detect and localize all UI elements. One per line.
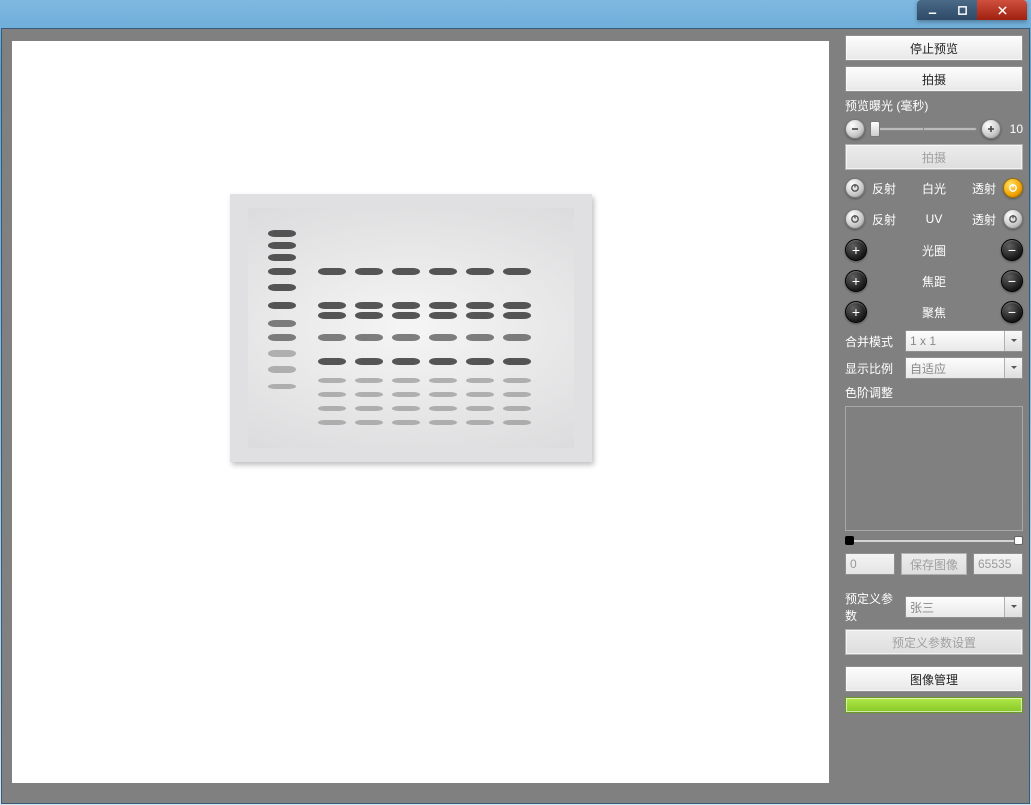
levels-range-slider[interactable] [845,536,1023,546]
focus-row: + 聚焦 − [845,299,1023,325]
minimize-button[interactable] [917,0,947,20]
aperture-minus-button[interactable]: − [1001,239,1023,261]
uv-light-row: 反射 UV 透射 [845,206,1023,232]
image-manage-button[interactable]: 图像管理 [845,666,1023,692]
capture-disabled-button: 拍摄 [845,144,1023,170]
merge-mode-label: 合并模式 [845,333,899,350]
merge-mode-combo[interactable]: 1 x 1 [905,330,1023,352]
preset-settings-button[interactable]: 预定义参数设置 [845,629,1023,655]
minimize-icon [927,5,938,16]
preset-combo[interactable]: 张三 [905,596,1023,618]
preset-row: 预定义参数 张三 [845,590,1023,624]
histogram-box [845,406,1023,531]
levels-inputs-row: 0 保存图像 65535 [845,553,1023,575]
exposure-plus-button[interactable] [981,119,1001,139]
preset-label: 预定义参数 [845,590,899,624]
uv-reflect-power-icon[interactable] [845,209,865,229]
chevron-down-icon [1004,331,1022,351]
focal-label: 焦距 [867,273,1001,290]
uv-reflect-label: 反射 [869,211,899,228]
window-buttons [917,0,1027,20]
preset-value: 张三 [910,599,934,616]
white-trans-label: 透射 [969,180,999,197]
uv-trans-power-icon[interactable] [1003,209,1023,229]
maximize-icon [957,5,968,16]
chevron-down-icon [1004,597,1022,617]
display-ratio-combo[interactable]: 自适应 [905,357,1023,379]
merge-mode-value: 1 x 1 [910,334,936,348]
window-titlebar [0,0,1031,28]
levels-label: 色阶调整 [845,384,1023,401]
aperture-row: + 光圈 − [845,237,1023,263]
preview-area [2,29,839,803]
focal-plus-button[interactable]: + [845,270,867,292]
white-trans-power-icon[interactable] [1003,178,1023,198]
close-button[interactable] [977,0,1027,20]
exposure-value: 10 [1005,122,1023,136]
control-panel: 停止预览 拍摄 预览曝光 (毫秒) 10 拍摄 反射 白光 透射 反射 UV 透… [839,29,1029,803]
stop-preview-button[interactable]: 停止预览 [845,35,1023,61]
focal-row: + 焦距 − [845,268,1023,294]
display-ratio-value: 自适应 [910,360,946,377]
uv-light-label: UV [903,212,965,226]
merge-mode-row: 合并模式 1 x 1 [845,330,1023,352]
exposure-minus-button[interactable] [845,119,865,139]
focus-label: 聚焦 [867,304,1001,321]
chevron-down-icon [1004,358,1022,378]
focus-minus-button[interactable]: − [1001,301,1023,323]
display-ratio-row: 显示比例 自适应 [845,357,1023,379]
progress-bar [845,697,1023,713]
exposure-label: 预览曝光 (毫秒) [845,97,1023,114]
levels-low-thumb[interactable] [845,536,854,545]
save-image-button: 保存图像 [901,553,967,575]
levels-high-thumb[interactable] [1014,536,1023,545]
uv-trans-label: 透射 [969,211,999,228]
white-light-row: 反射 白光 透射 [845,175,1023,201]
app-window: 停止预览 拍摄 预览曝光 (毫秒) 10 拍摄 反射 白光 透射 反射 UV 透… [1,28,1030,804]
levels-high-input[interactable]: 65535 [973,553,1023,575]
exposure-slider-row: 10 [845,119,1023,139]
aperture-plus-button[interactable]: + [845,239,867,261]
capture-button[interactable]: 拍摄 [845,66,1023,92]
levels-low-input[interactable]: 0 [845,553,895,575]
white-reflect-label: 反射 [869,180,899,197]
gel-image [230,194,592,462]
close-icon [997,5,1008,16]
white-reflect-power-icon[interactable] [845,178,865,198]
aperture-label: 光圈 [867,242,1001,259]
focal-minus-button[interactable]: − [1001,270,1023,292]
exposure-thumb[interactable] [870,121,880,137]
exposure-slider[interactable] [869,127,977,131]
focus-plus-button[interactable]: + [845,301,867,323]
white-light-label: 白光 [903,180,965,197]
preview-canvas [12,41,829,783]
maximize-button[interactable] [947,0,977,20]
display-ratio-label: 显示比例 [845,360,899,377]
